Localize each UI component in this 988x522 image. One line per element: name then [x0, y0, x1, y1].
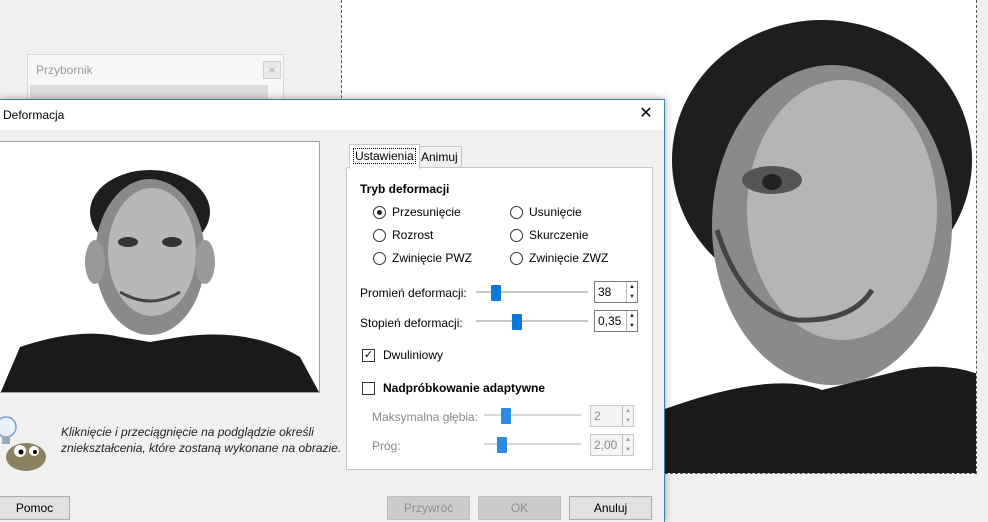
radio-indicator — [373, 251, 386, 265]
help-button[interactable]: Pomoc — [0, 496, 70, 520]
reset-button[interactable]: Przywróć — [387, 496, 470, 520]
checkbox-box: ✓ — [362, 348, 375, 362]
cancel-button[interactable]: Anuluj — [569, 496, 652, 520]
radius-spinbutton[interactable]: 38 ▲ ▼ — [594, 281, 638, 303]
threshold-spinbutton: 2,00 ▲ ▼ — [590, 434, 634, 456]
max-depth-value: 2 — [594, 409, 601, 423]
amount-value: 0,35 — [598, 314, 622, 328]
canvas-margin — [978, 0, 988, 522]
threshold-slider — [484, 437, 581, 453]
radio-label: Zwinięcie ZWZ — [529, 251, 609, 265]
radio-label: Usunięcie — [529, 205, 582, 219]
tab-animate[interactable]: Animuj — [417, 146, 462, 168]
mode-section-title: Tryb deformacji — [360, 182, 450, 196]
slider-thumb[interactable] — [512, 314, 522, 330]
toolbox-close-button[interactable]: × — [263, 61, 281, 79]
supersample-checkbox[interactable]: Nadpróbkowanie adaptywne — [362, 381, 545, 395]
warp-dialog: Deformacja ✕ Kliknięcie i przeciągnięcie… — [0, 99, 665, 522]
dialog-titlebar[interactable]: Deformacja ✕ — [0, 100, 664, 130]
dialog-title: Deformacja — [3, 108, 65, 122]
radio-indicator — [373, 205, 386, 219]
radio-swirl-cw[interactable]: Zwinięcie PWZ — [373, 251, 472, 265]
tab-settings-label: Ustawienia — [353, 148, 416, 164]
ok-button[interactable]: OK — [478, 496, 561, 520]
radio-remove[interactable]: Usunięcie — [510, 205, 582, 219]
spin-up-icon[interactable]: ▲ — [627, 282, 637, 292]
toolbox-title: Przybornik — [36, 63, 93, 77]
spin-up-icon: ▲ — [625, 437, 631, 443]
radius-label: Promień deformacji: — [360, 286, 467, 300]
slider-track — [476, 320, 588, 322]
amount-label: Stopień deformacji: — [360, 316, 463, 330]
preview-portrait-image — [0, 142, 319, 392]
warp-preview[interactable] — [0, 141, 320, 393]
slider-thumb[interactable] — [491, 285, 501, 301]
hint-text: Kliknięcie i przeciągnięcie na podglądzi… — [61, 425, 342, 455]
portrait-image — [641, 20, 976, 473]
max-depth-spinbutton: 2 ▲ ▼ — [590, 405, 634, 427]
radius-slider[interactable] — [476, 285, 588, 301]
spin-down-icon[interactable]: ▼ — [627, 321, 637, 331]
spin-arrows: ▲ ▼ — [622, 435, 633, 455]
spin-arrows: ▲ ▼ — [622, 406, 633, 426]
radio-label: Rozrost — [392, 228, 434, 242]
amount-spinbutton[interactable]: 0,35 ▲ ▼ — [594, 310, 638, 332]
threshold-value: 2,00 — [594, 438, 618, 452]
radio-label: Skurczenie — [529, 228, 589, 242]
threshold-label: Próg: — [372, 439, 401, 453]
spin-up-icon: ▲ — [625, 408, 631, 414]
slider-thumb — [497, 437, 507, 453]
radio-grow[interactable]: Rozrost — [373, 228, 433, 242]
radio-label: Zwinięcie PWZ — [392, 251, 473, 265]
spin-up-icon[interactable]: ▲ — [627, 311, 637, 321]
spin-down-icon: ▼ — [625, 447, 631, 453]
radio-label: Przesunięcie — [392, 205, 461, 219]
radius-value: 38 — [598, 285, 612, 299]
amount-slider[interactable] — [476, 314, 588, 330]
radio-indicator — [510, 251, 523, 265]
radio-shrink[interactable]: Skurczenie — [510, 228, 588, 242]
spin-arrows[interactable]: ▲ ▼ — [626, 282, 637, 302]
tab-settings[interactable]: Ustawienia — [349, 144, 420, 169]
bilinear-label: Dwuliniowy — [383, 348, 444, 362]
max-depth-slider — [484, 408, 581, 424]
close-icon[interactable]: ✕ — [636, 104, 656, 124]
radio-indicator — [510, 205, 523, 219]
radio-swirl-ccw[interactable]: Zwinięcie ZWZ — [510, 251, 608, 265]
checkbox-box — [362, 381, 375, 395]
slider-thumb — [501, 408, 511, 424]
wilber-hint-icon — [0, 416, 46, 471]
bilinear-checkbox[interactable]: ✓ Dwuliniowy — [362, 348, 443, 362]
radio-move[interactable]: Przesunięcie — [373, 205, 461, 219]
spin-arrows[interactable]: ▲ ▼ — [626, 311, 637, 331]
radio-indicator — [373, 228, 386, 242]
spin-down-icon[interactable]: ▼ — [627, 292, 637, 302]
tab-animate-label: Animuj — [421, 150, 458, 164]
spin-down-icon: ▼ — [625, 418, 631, 424]
max-depth-label: Maksymalna głębia: — [372, 410, 479, 424]
slider-track — [484, 414, 581, 416]
supersample-label: Nadpróbkowanie adaptywne — [383, 381, 546, 395]
radio-indicator — [510, 228, 523, 242]
